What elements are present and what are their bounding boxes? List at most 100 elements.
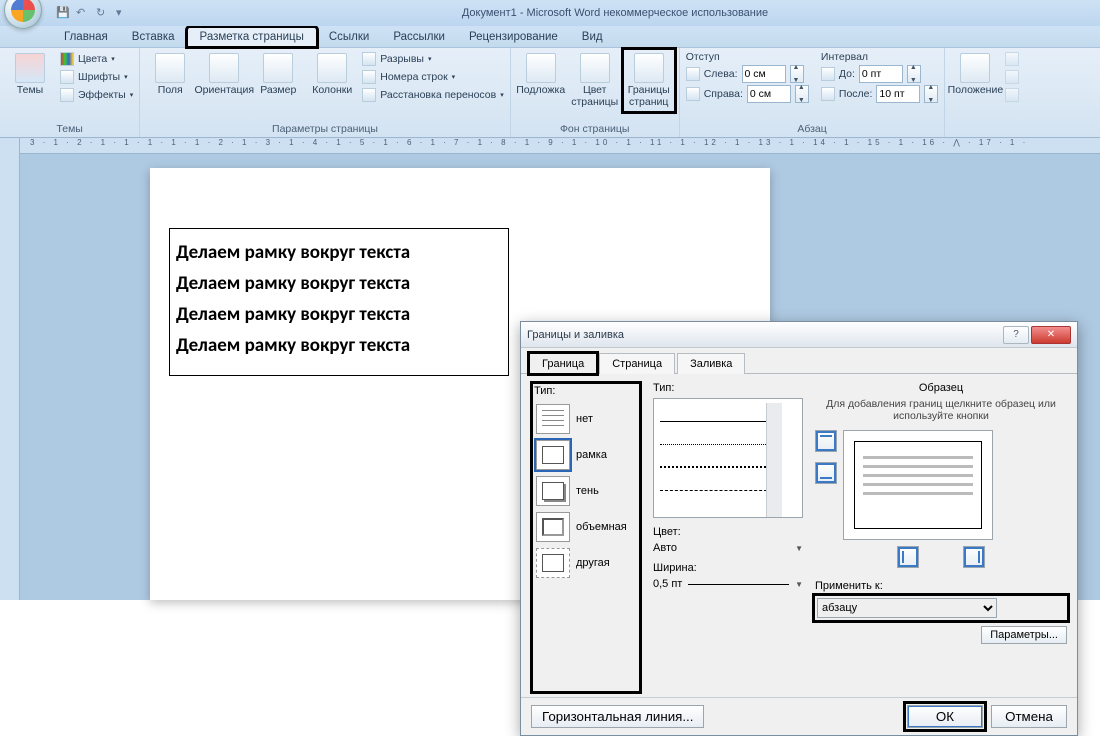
line-style-option[interactable] <box>660 426 782 445</box>
tab-insert[interactable]: Вставка <box>120 28 187 47</box>
paragraph[interactable]: Делаем рамку вокруг текста <box>176 272 502 295</box>
margins-button[interactable]: Поля <box>146 51 194 99</box>
hyphenation-button[interactable]: Расстановка переносов▾ <box>362 87 503 103</box>
page-borders-button[interactable]: Границы страниц <box>625 51 673 110</box>
sample-panel: Образец Для добавления границ щелкните о… <box>815 382 1067 693</box>
line-style-list[interactable] <box>653 398 803 518</box>
paragraph[interactable]: Делаем рамку вокруг текста <box>176 303 502 326</box>
width-combo[interactable]: 0,5 пт ▼ <box>653 578 803 590</box>
edge-bottom-button[interactable] <box>815 462 837 484</box>
indent-header: Отступ <box>686 51 809 63</box>
breaks-button[interactable]: Разрывы▾ <box>362 51 503 67</box>
office-button[interactable] <box>4 0 42 29</box>
dialog-body: Тип: нет рамка тень объемная <box>521 374 1077 697</box>
bring-front-button[interactable] <box>1005 51 1019 67</box>
apply-to-select[interactable]: абзацу <box>817 598 997 618</box>
scrollbar[interactable] <box>766 403 782 518</box>
dropdown-icon: ▾ <box>428 55 432 63</box>
orientation-button[interactable]: Ориентация <box>200 51 248 99</box>
undo-icon[interactable]: ↶ <box>76 6 90 20</box>
dialog-tabs: Граница Страница Заливка <box>521 348 1077 374</box>
colors-button[interactable]: Цвета▾ <box>60 51 133 67</box>
spinner-arrows-icon[interactable] <box>907 65 921 83</box>
border-type-box[interactable]: рамка <box>534 437 638 473</box>
redo-icon[interactable]: ↻ <box>96 6 110 20</box>
spinner-arrows-icon[interactable] <box>790 65 804 83</box>
themes-button[interactable]: Темы <box>6 51 54 99</box>
border-type-custom[interactable]: другая <box>534 545 638 581</box>
dropdown-icon: ▾ <box>124 73 128 81</box>
tab-references[interactable]: Ссылки <box>317 28 382 47</box>
group-page-bg-label: Фон страницы <box>517 121 673 137</box>
dialog-tab-page[interactable]: Страница <box>599 353 675 374</box>
type-header: Тип: <box>534 385 638 397</box>
group-paragraph: Отступ Слева: Справа: Интервал До: <box>680 48 946 137</box>
paragraph[interactable]: Делаем рамку вокруг текста <box>176 241 502 264</box>
line-style-option[interactable] <box>660 472 782 491</box>
dialog-close-button[interactable]: ✕ <box>1031 326 1071 344</box>
watermark-button[interactable]: Подложка <box>517 51 565 99</box>
size-button[interactable]: Размер <box>254 51 302 99</box>
save-icon[interactable]: 💾 <box>56 6 70 20</box>
tab-home[interactable]: Главная <box>52 28 120 47</box>
line-style-option[interactable] <box>660 403 782 422</box>
border-type-none[interactable]: нет <box>534 401 638 437</box>
paragraph[interactable]: Делаем рамку вокруг текста <box>176 334 502 357</box>
border-type-3d[interactable]: объемная <box>534 509 638 545</box>
text-wrap-button[interactable] <box>1005 87 1019 103</box>
page-color-button[interactable]: Цвет страницы <box>571 51 619 110</box>
ok-button[interactable]: ОК <box>907 705 983 728</box>
ruler-horizontal[interactable]: 3 · 1 · 2 · 1 · 1 · 1 · 1 · 1 · 2 · 1 · … <box>20 138 1100 154</box>
tab-review[interactable]: Рецензирование <box>457 28 570 47</box>
edge-buttons-vertical <box>815 430 837 540</box>
dialog-tab-borders[interactable]: Граница <box>529 353 597 374</box>
spinner-arrows-icon[interactable] <box>924 85 938 103</box>
cancel-button[interactable]: Отмена <box>991 705 1067 728</box>
columns-button[interactable]: Колонки <box>308 51 356 99</box>
tab-mailings[interactable]: Рассылки <box>381 28 457 47</box>
spacing-before-input[interactable] <box>859 65 903 83</box>
orientation-icon <box>209 53 239 83</box>
spacing-after-input[interactable] <box>876 85 920 103</box>
spacing-before-spinner[interactable]: До: <box>821 65 939 83</box>
edge-left-button[interactable] <box>897 546 919 568</box>
border-type-shadow[interactable]: тень <box>534 473 638 509</box>
columns-icon <box>317 53 347 83</box>
fonts-button[interactable]: Шрифты▾ <box>60 69 133 85</box>
indent-right-input[interactable] <box>747 85 791 103</box>
titlebar: 💾 ↶ ↻ ▾ Документ1 - Microsoft Word неком… <box>0 0 1100 26</box>
effects-button[interactable]: Эффекты▾ <box>60 87 133 103</box>
edge-top-button[interactable] <box>815 430 837 452</box>
color-combo[interactable]: Авто ▼ <box>653 542 803 554</box>
dropdown-icon: ▾ <box>452 73 456 81</box>
preview-inner <box>854 441 982 529</box>
options-button[interactable]: Параметры... <box>981 626 1067 644</box>
horizontal-line-button[interactable]: Горизонтальная линия... <box>531 705 704 728</box>
dialog-help-button[interactable]: ? <box>1003 326 1029 344</box>
breaks-icon <box>362 52 376 66</box>
tab-view[interactable]: Вид <box>570 28 615 47</box>
preview-box[interactable] <box>843 430 993 540</box>
indent-right-spinner[interactable]: Справа: <box>686 85 809 103</box>
position-button[interactable]: Положение <box>951 51 999 99</box>
edge-right-button[interactable] <box>963 546 985 568</box>
dialog-titlebar[interactable]: Границы и заливка ? ✕ <box>521 322 1077 348</box>
dialog-footer: Горизонтальная линия... ОК Отмена <box>521 697 1077 735</box>
line-numbers-icon <box>362 70 376 84</box>
ruler-vertical[interactable] <box>0 138 20 600</box>
group-paragraph-label: Абзац <box>686 121 939 137</box>
spinner-arrows-icon[interactable] <box>795 85 809 103</box>
send-back-button[interactable] <box>1005 69 1019 85</box>
line-numbers-button[interactable]: Номера строк▾ <box>362 69 503 85</box>
sample-header: Образец <box>815 382 1067 394</box>
indent-left-input[interactable] <box>742 65 786 83</box>
group-themes: Темы Цвета▾ Шрифты▾ Эффекты▾ Темы <box>0 48 140 137</box>
tab-page-layout[interactable]: Разметка страницы <box>187 27 317 47</box>
size-icon <box>263 53 293 83</box>
qat-dropdown-icon[interactable]: ▾ <box>116 6 130 20</box>
spacing-after-spinner[interactable]: После: <box>821 85 939 103</box>
dialog-tab-shading[interactable]: Заливка <box>677 353 745 374</box>
line-style-option[interactable] <box>660 449 782 468</box>
page-color-icon <box>580 53 610 83</box>
indent-left-spinner[interactable]: Слева: <box>686 65 809 83</box>
